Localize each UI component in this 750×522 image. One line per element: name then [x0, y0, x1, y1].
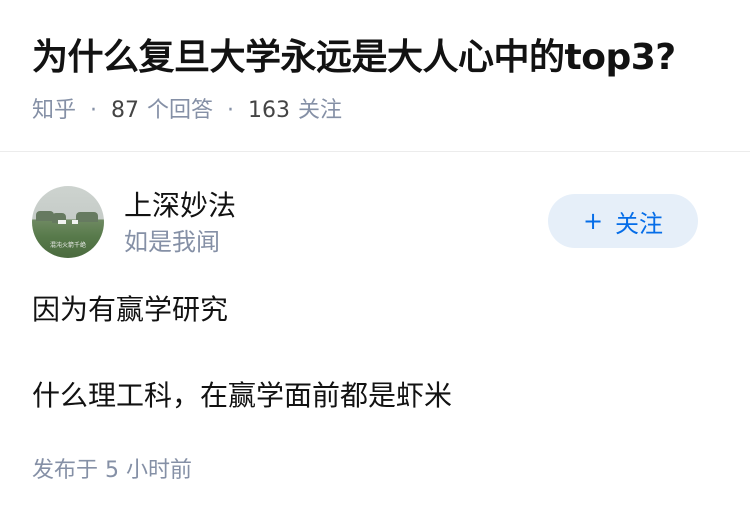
- plus-icon: +: [582, 207, 604, 235]
- avatar[interactable]: 混沌火箭千绝: [32, 186, 104, 258]
- author-name[interactable]: 上深妙法: [124, 188, 236, 224]
- avatar-tree: [76, 212, 98, 222]
- followers-count: 163: [248, 98, 291, 123]
- answers-label[interactable]: 个回答: [147, 96, 213, 126]
- question-title[interactable]: 为什么复旦大学永远是大人心中的top3?: [32, 34, 718, 82]
- divider: [0, 151, 750, 152]
- meta-separator: ·: [227, 98, 235, 123]
- question-header: 为什么复旦大学永远是大人心中的top3? 知乎 · 87 个回答 · 163 关…: [32, 34, 718, 126]
- avatar-tent: [72, 220, 78, 224]
- answer-paragraph: 因为有赢学研究: [32, 293, 229, 326]
- source-label[interactable]: 知乎: [32, 96, 76, 126]
- answer-content: 因为有赢学研究 什么理工科，在赢学面前都是虾米: [32, 290, 718, 416]
- author-bio: 如是我闻: [124, 228, 220, 256]
- avatar-tent: [58, 220, 66, 224]
- follow-label: 关注: [615, 209, 664, 238]
- followers-label[interactable]: 关注: [298, 96, 342, 126]
- question-meta: 知乎 · 87 个回答 · 163 关注: [32, 96, 718, 126]
- answers-count: 87: [111, 98, 140, 123]
- answer-time: 发布于 5 小时前: [32, 458, 192, 483]
- answer-paragraph: 什么理工科，在赢学面前都是虾米: [32, 379, 453, 412]
- follow-button[interactable]: + 关注: [548, 194, 698, 248]
- avatar-caption: 混沌火箭千绝: [49, 242, 86, 249]
- answer-author: 混沌火箭千绝 上深妙法 如是我闻 + 关注: [32, 186, 718, 258]
- meta-separator: ·: [90, 98, 98, 123]
